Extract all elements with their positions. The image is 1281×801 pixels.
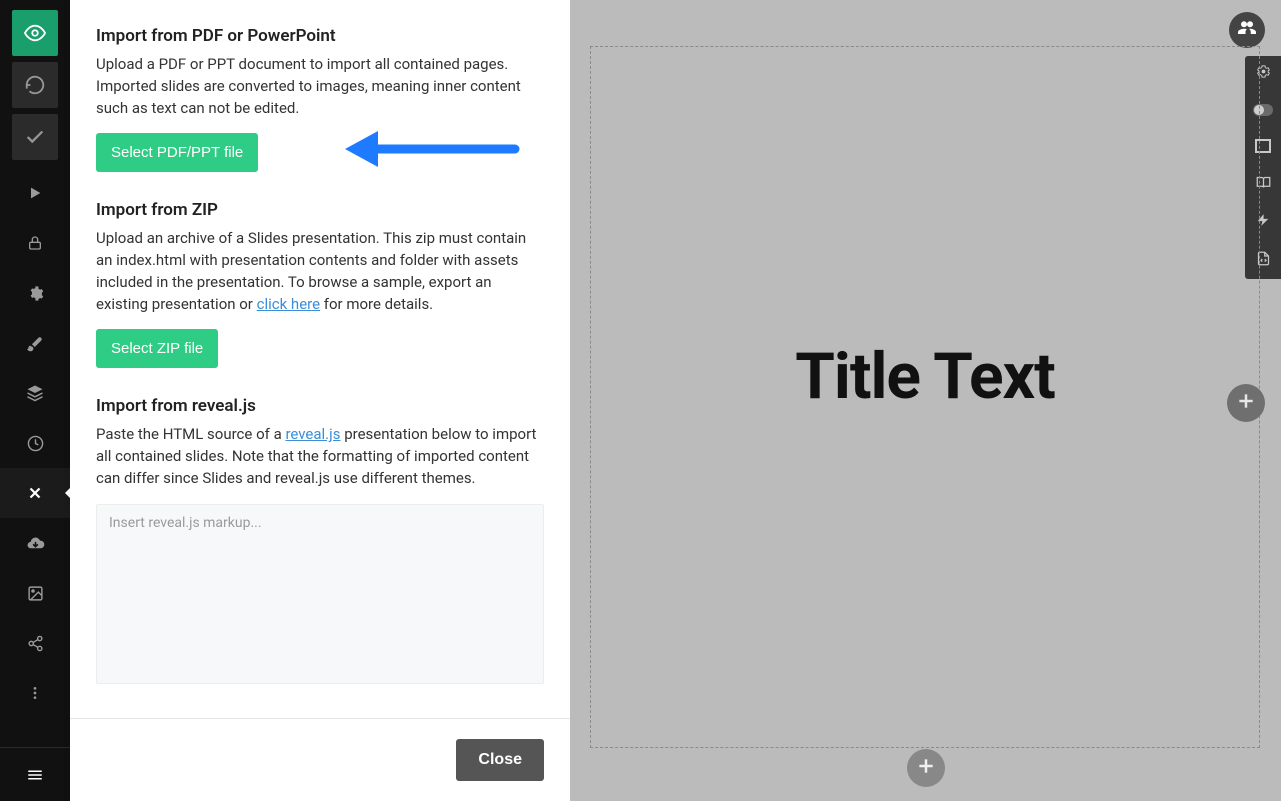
select-zip-button[interactable]: Select ZIP file — [96, 329, 218, 368]
import-panel-body: Import from PDF or PowerPoint Upload a P… — [70, 0, 570, 718]
sidebar-item-play[interactable] — [0, 168, 70, 218]
slide-canvas[interactable]: Title Text — [590, 46, 1260, 748]
sidebar-tools — [0, 160, 70, 718]
collaborators-button[interactable] — [1229, 12, 1265, 48]
sidebar-item-import[interactable] — [0, 468, 70, 518]
sidebar-item-export[interactable] — [0, 518, 70, 568]
lock-icon — [27, 235, 43, 251]
section-import-pdf: Import from PDF or PowerPoint Upload a P… — [96, 26, 544, 172]
share-icon — [27, 635, 44, 652]
menu-icon — [26, 766, 44, 784]
section-import-zip: Import from ZIP Upload an archive of a S… — [96, 200, 544, 368]
sidebar-footer-menu[interactable] — [0, 747, 70, 801]
editor-stage: Title Text — [570, 0, 1281, 801]
preview-button[interactable] — [12, 10, 58, 56]
plus-icon — [916, 756, 936, 780]
zip-click-here-link[interactable]: click here — [257, 295, 320, 313]
import-zip-desc-suffix: for more details. — [320, 295, 433, 313]
cloud-download-icon — [26, 534, 45, 553]
gear-icon — [27, 285, 44, 302]
select-pdf-button[interactable]: Select PDF/PPT file — [96, 133, 258, 172]
section-import-reveal: Import from reveal.js Paste the HTML sou… — [96, 396, 544, 687]
sidebar-item-history[interactable] — [0, 418, 70, 468]
revealjs-link[interactable]: reveal.js — [285, 425, 340, 443]
eye-icon — [24, 22, 46, 44]
import-panel: Import from PDF or PowerPoint Upload a P… — [70, 0, 570, 801]
import-zip-heading: Import from ZIP — [96, 200, 544, 220]
check-icon — [24, 126, 46, 148]
clock-icon — [27, 435, 44, 452]
undo-icon — [24, 74, 46, 96]
slide-title-placeholder[interactable]: Title Text — [591, 339, 1259, 414]
import-panel-footer: Close — [70, 718, 570, 801]
sidebar-item-arrange[interactable] — [0, 368, 70, 418]
sidebar-item-media[interactable] — [0, 568, 70, 618]
import-reveal-heading: Import from reveal.js — [96, 396, 544, 416]
close-icon — [26, 484, 44, 502]
close-button[interactable]: Close — [456, 739, 544, 781]
import-pdf-description: Upload a PDF or PPT document to import a… — [96, 54, 544, 119]
sidebar-item-style[interactable] — [0, 318, 70, 368]
people-icon — [1238, 19, 1256, 41]
reveal-markup-textarea[interactable] — [96, 504, 544, 684]
save-button[interactable] — [12, 114, 58, 160]
sidebar-item-more[interactable] — [0, 668, 70, 718]
sidebar-top-group — [12, 0, 58, 160]
sidebar-item-share[interactable] — [0, 618, 70, 668]
plus-icon — [1236, 391, 1256, 415]
add-slide-below-button[interactable] — [907, 749, 945, 787]
undo-button[interactable] — [12, 62, 58, 108]
import-reveal-description: Paste the HTML source of a reveal.js pre… — [96, 424, 544, 489]
sidebar-item-lock[interactable] — [0, 218, 70, 268]
import-reveal-desc-prefix: Paste the HTML source of a — [96, 425, 285, 443]
left-sidebar — [0, 0, 70, 801]
layers-icon — [26, 384, 44, 402]
sidebar-item-settings[interactable] — [0, 268, 70, 318]
add-slide-right-button[interactable] — [1227, 384, 1265, 422]
brush-icon — [27, 335, 44, 352]
import-zip-description: Upload an archive of a Slides presentati… — [96, 228, 544, 315]
more-vertical-icon — [27, 685, 43, 701]
import-pdf-heading: Import from PDF or PowerPoint — [96, 26, 544, 46]
image-icon — [27, 585, 44, 602]
play-icon — [27, 185, 43, 201]
